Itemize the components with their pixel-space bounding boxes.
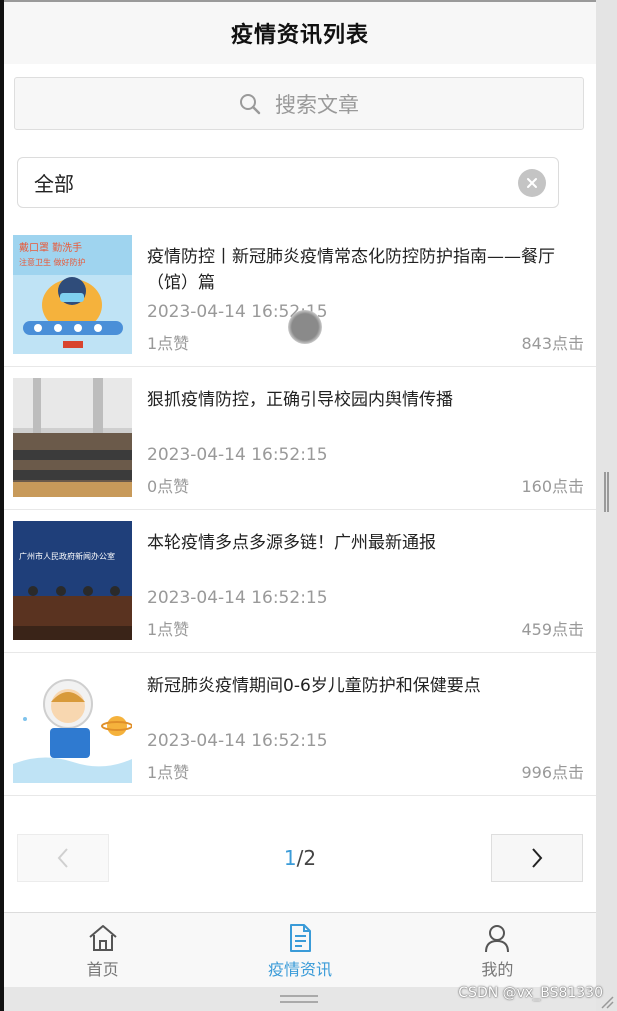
list-item[interactable]: 戴口罩 勤洗手 注意卫生 做好防护 疫情防控丨新冠肺炎疫情常态化防控防护指南——… xyxy=(4,224,596,367)
loading-spinner xyxy=(288,310,322,344)
article-clicks: 996点击 xyxy=(521,763,584,782)
article-thumbnail xyxy=(13,664,132,783)
watermark: CSDN @vx_BS81330 xyxy=(458,985,603,1001)
search-placeholder: 搜索文章 xyxy=(275,92,359,117)
article-title[interactable]: 本轮疫情多点多源多链！广州最新通报 xyxy=(147,530,577,556)
tab-label: 疫情资讯 xyxy=(267,960,332,979)
svg-text:戴口罩 勤洗手: 戴口罩 勤洗手 xyxy=(19,241,82,254)
pagination: 1/2 xyxy=(4,834,596,882)
user-icon xyxy=(485,925,510,953)
search-icon xyxy=(240,93,261,114)
page-title: 疫情资讯列表 xyxy=(230,23,369,48)
chevron-right-icon xyxy=(532,848,543,868)
filter-value: 全部 xyxy=(34,172,74,196)
svg-text:注意卫生 做好防护: 注意卫生 做好防护 xyxy=(19,257,86,267)
tab-profile[interactable]: 我的 xyxy=(399,913,596,987)
resize-handle[interactable] xyxy=(280,995,318,1003)
total-pages: 2 xyxy=(303,846,317,870)
article-thumbnail: 广州市人民政府新闻办公室 xyxy=(13,521,132,640)
article-likes: 1点赞 xyxy=(147,763,190,782)
article-clicks: 160点击 xyxy=(521,477,584,496)
home-icon xyxy=(89,925,117,951)
header: 疫情资讯列表 xyxy=(4,2,596,64)
tab-bar: 首页 疫情资讯 我的 xyxy=(4,912,596,987)
article-date: 2023-04-14 16:52:15 xyxy=(147,445,328,465)
search-bar[interactable]: 搜索文章 xyxy=(14,77,584,130)
article-title[interactable]: 狠抓疫情防控，正确引导校园内舆情传播 xyxy=(147,387,577,413)
article-title[interactable]: 疫情防控丨新冠肺炎疫情常态化防控防护指南——餐厅（馆）篇 xyxy=(147,244,577,296)
article-likes: 0点赞 xyxy=(147,477,190,496)
tab-label: 我的 xyxy=(481,960,514,979)
article-title[interactable]: 新冠肺炎疫情期间0-6岁儿童防护和保健要点 xyxy=(147,673,577,699)
list-item[interactable]: 狠抓疫情防控，正确引导校园内舆情传播 2023-04-14 16:52:15 0… xyxy=(4,367,596,510)
article-date: 2023-04-14 16:52:15 xyxy=(147,731,328,751)
scrollbar-handle[interactable] xyxy=(604,472,609,512)
svg-text:广州市人民政府新闻办公室: 广州市人民政府新闻办公室 xyxy=(19,551,115,561)
document-icon xyxy=(289,924,311,952)
tab-news[interactable]: 疫情资讯 xyxy=(201,913,398,987)
article-likes: 1点赞 xyxy=(147,620,190,639)
app-screen: 疫情资讯列表 搜索文章 全部 戴口罩 勤洗手 注意卫生 做好防护 疫情防控丨新冠… xyxy=(4,2,596,987)
article-thumbnail xyxy=(13,378,132,497)
article-thumbnail: 戴口罩 勤洗手 注意卫生 做好防护 xyxy=(13,235,132,354)
category-filter[interactable]: 全部 xyxy=(17,157,559,208)
article-date: 2023-04-14 16:52:15 xyxy=(147,588,328,608)
next-page-button[interactable] xyxy=(491,834,583,882)
article-clicks: 843点击 xyxy=(521,334,584,353)
list-item[interactable]: 广州市人民政府新闻办公室 本轮疫情多点多源多链！广州最新通报 2023-04-1… xyxy=(4,510,596,653)
clear-icon[interactable] xyxy=(518,169,546,197)
tab-label: 首页 xyxy=(86,960,119,979)
article-likes: 1点赞 xyxy=(147,334,190,353)
article-clicks: 459点击 xyxy=(521,620,584,639)
tab-home[interactable]: 首页 xyxy=(4,913,201,987)
list-item[interactable]: 新冠肺炎疫情期间0-6岁儿童防护和保健要点 2023-04-14 16:52:1… xyxy=(4,653,596,796)
current-page: 1 xyxy=(283,846,297,870)
